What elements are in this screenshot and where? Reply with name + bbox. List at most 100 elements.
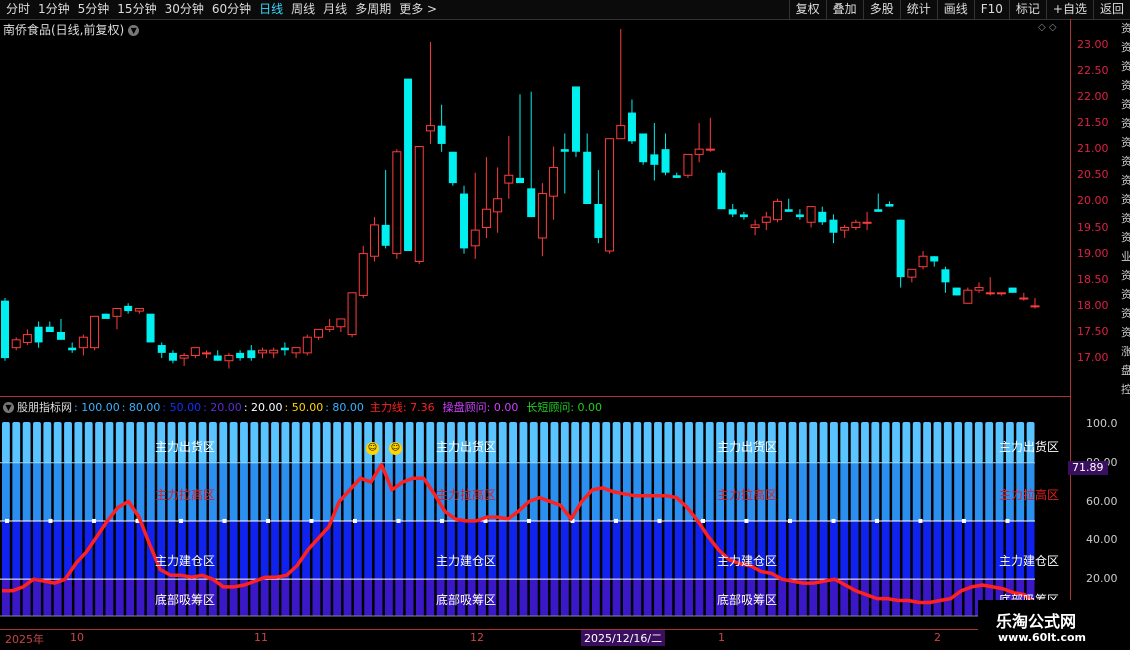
zone-bar-build (115, 520, 124, 580)
zone-bar-high (74, 462, 83, 521)
tab-5min[interactable]: 5分钟 (75, 0, 115, 19)
zone-bar-bottom (892, 579, 900, 617)
zone-bar-build (529, 520, 538, 580)
date-label: 2025年 (5, 633, 44, 646)
candle-body (236, 352, 245, 359)
zone-bar-high (43, 462, 52, 521)
date-label: 2 (934, 631, 941, 644)
zone-bar-high (674, 462, 683, 521)
zone-bar-build (312, 520, 321, 580)
overlay-button[interactable]: 叠加 (825, 0, 863, 19)
level-dot (1005, 518, 1010, 523)
tab-more[interactable]: 更多 > (396, 0, 442, 19)
tab-daily[interactable]: 日线 (256, 0, 288, 19)
candle-body (896, 219, 905, 278)
main-line-value: 主力线: 7.36 (369, 401, 435, 414)
candle-body (280, 347, 289, 351)
zone-bar-top (146, 421, 155, 463)
zone-label-high: 主力拉高区 (717, 488, 778, 502)
tab-fenshi[interactable]: 分时 (3, 0, 35, 19)
tab-weekly[interactable]: 周线 (288, 0, 320, 19)
zone-label-build: 主力建仓区 (436, 554, 497, 568)
long-short-value: 长短顾问: 0.00 (526, 401, 603, 414)
zone-bar-build (974, 520, 983, 580)
zone-bar-build (643, 520, 652, 580)
chart-canvas[interactable] (0, 19, 1070, 629)
zone-bar-high (146, 462, 155, 521)
zone-bar-high (974, 462, 983, 521)
candle-body (549, 166, 559, 197)
zone-bar-bottom (912, 579, 921, 617)
top-toolbar: 分时 1分钟 5分钟 15分钟 30分钟 60分钟 日线 周线 月线 多周期 更… (0, 0, 1130, 20)
zone-bar-high (871, 462, 880, 521)
candle-body (639, 133, 648, 163)
zone-bar-build (912, 520, 921, 580)
tab-15min[interactable]: 15分钟 (114, 0, 161, 19)
zone-bar-build (736, 520, 745, 580)
stats-button[interactable]: 统计 (899, 0, 937, 19)
zone-label-high: 主力拉高区 (999, 488, 1060, 502)
zone-bar-bottom (954, 579, 963, 617)
zone-bar-high (219, 462, 228, 521)
candle-body (694, 148, 704, 155)
zone-bar-top (840, 421, 849, 463)
candle-body (437, 125, 446, 144)
zone-bar-build (374, 520, 383, 580)
zone-bar-bottom (705, 579, 714, 617)
level-dot (48, 518, 53, 523)
candle-body (11, 339, 21, 349)
zone-bar-build (478, 520, 486, 580)
zone-bar-build (954, 520, 963, 580)
candle-body (347, 292, 357, 336)
tab-60min[interactable]: 60分钟 (209, 0, 256, 19)
add-watchlist-button[interactable]: +自选 (1045, 0, 1093, 19)
zone-label-build: 主力建仓区 (999, 554, 1060, 568)
zone-bar-top (333, 421, 342, 463)
candle-body (56, 331, 65, 340)
tab-1min[interactable]: 1分钟 (35, 0, 75, 19)
tab-multi-period[interactable]: 多周期 (352, 0, 396, 19)
zone-bar-high (892, 462, 900, 521)
zone-bar-high (302, 462, 310, 521)
candle-body (202, 352, 212, 355)
f10-button[interactable]: F10 (973, 0, 1009, 19)
candle-body (404, 78, 413, 252)
mark-button[interactable]: 标记 (1008, 0, 1046, 19)
back-button[interactable]: 返回 (1092, 0, 1130, 19)
candle-body (907, 268, 917, 278)
zone-bar-build (664, 520, 673, 580)
zone-bar-build (571, 520, 580, 580)
candle-body (470, 229, 480, 247)
param-5: : 20.00 (243, 401, 283, 414)
zone-bar-top (943, 421, 952, 463)
level-dot (396, 518, 401, 523)
zone-bar-build (809, 520, 818, 580)
zone-bar-high (281, 462, 290, 521)
level-dot (962, 518, 966, 523)
candle-body (291, 347, 301, 354)
zone-bar-bottom (250, 579, 259, 617)
indicator-menu-icon[interactable]: ▼ (3, 402, 14, 413)
draw-line-button[interactable]: 画线 (936, 0, 974, 19)
zone-bar-build (881, 520, 890, 580)
zone-bar-top (581, 421, 590, 463)
candle-body (818, 211, 827, 223)
zone-bar-top (2, 421, 10, 463)
tab-30min[interactable]: 30分钟 (162, 0, 209, 19)
zone-bar-top (809, 421, 818, 463)
multi-stock-button[interactable]: 多股 (862, 0, 900, 19)
zone-bar-bottom (964, 579, 973, 617)
zone-bar-bottom (95, 579, 103, 617)
tab-monthly[interactable]: 月线 (320, 0, 352, 19)
zone-bar-bottom (654, 579, 662, 617)
candle-body (369, 224, 379, 257)
candle-body (537, 193, 547, 239)
zone-bar-high (809, 462, 818, 521)
zone-bar-build (126, 520, 135, 580)
zone-bar-high (2, 462, 10, 521)
zone-bar-top (830, 421, 838, 463)
zone-bar-build (384, 520, 393, 580)
zone-bar-build (581, 520, 590, 580)
zone-bar-build (623, 520, 631, 580)
adjust-button[interactable]: 复权 (788, 0, 826, 19)
